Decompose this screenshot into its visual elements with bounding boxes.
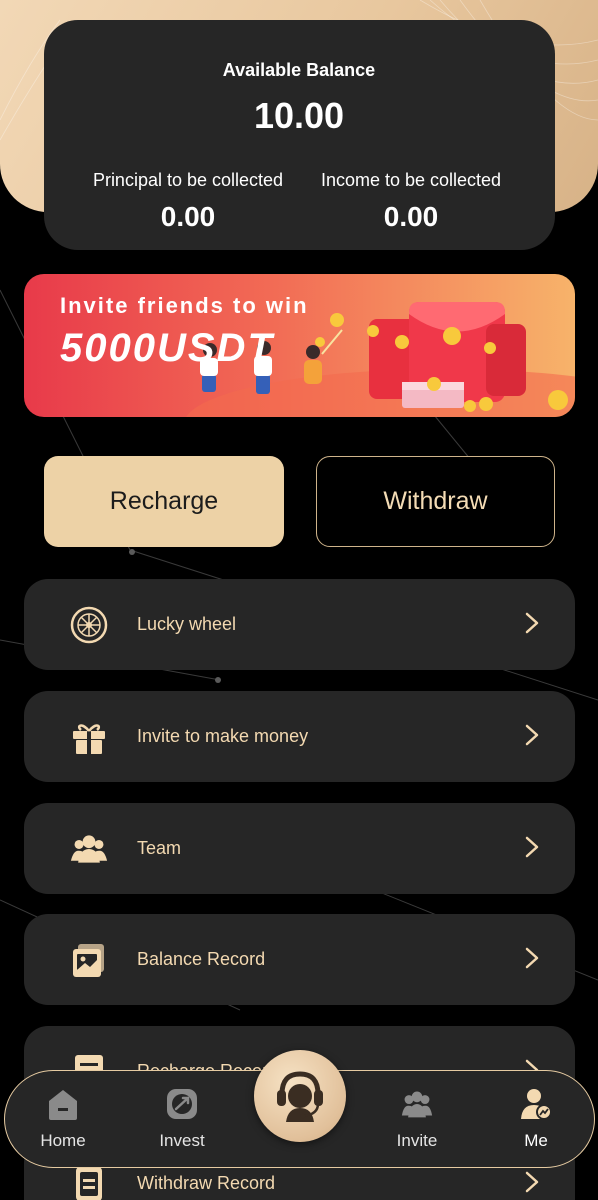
invite-icon: [401, 1091, 433, 1118]
principal-label: Principal to be collected: [92, 170, 284, 190]
menu-item-team[interactable]: Team: [24, 803, 575, 894]
chevron-right-icon: [525, 836, 539, 858]
invite-banner[interactable]: Invite friends to win 5000USDT: [24, 274, 575, 417]
wheel-icon: [70, 606, 108, 644]
tab-home-label: Home: [40, 1131, 86, 1150]
available-balance-label: Available Balance: [222, 60, 376, 80]
home-icon: [49, 1090, 77, 1120]
profile-icon: [521, 1089, 552, 1120]
menu-item-lucky-wheel[interactable]: Lucky wheel: [24, 579, 575, 670]
income-label: Income to be collected: [320, 170, 502, 190]
menu-item-balance-record[interactable]: Balance Record: [24, 914, 575, 1005]
chevron-right-icon: [525, 612, 539, 634]
tab-me-label: Me: [524, 1131, 548, 1150]
tab-me[interactable]: Me: [486, 1071, 586, 1169]
menu-item-label: Balance Record: [137, 949, 266, 969]
menu-item-invite[interactable]: Invite to make money: [24, 691, 575, 782]
banner-amount: 5000USDT: [60, 326, 274, 370]
tab-invite[interactable]: Invite: [367, 1071, 467, 1169]
gift-icon: [73, 724, 105, 754]
recharge-button[interactable]: Recharge: [44, 456, 284, 547]
customer-service-button[interactable]: [254, 1050, 346, 1142]
chevron-right-icon: [525, 947, 539, 969]
clipboard-icon: [76, 1167, 102, 1200]
chevron-right-icon: [525, 1171, 539, 1193]
menu-item-label: Invite to make money: [137, 726, 309, 746]
chevron-right-icon: [525, 724, 539, 746]
principal-value: 0.00: [160, 201, 216, 232]
menu-item-label: Team: [137, 838, 182, 858]
principal-section: Principal to be collected 0.00: [58, 170, 318, 233]
invest-icon: [167, 1089, 197, 1119]
withdraw-button[interactable]: Withdraw: [316, 456, 555, 547]
tab-home[interactable]: Home: [13, 1071, 113, 1169]
team-icon: [70, 835, 108, 863]
menu-item-label: Lucky wheel: [137, 614, 237, 634]
tab-invest[interactable]: Invest: [132, 1071, 232, 1169]
tab-invest-label: Invest: [159, 1131, 205, 1150]
banner-headline: Invite friends to win: [60, 293, 309, 318]
customer-service-icon: [277, 1071, 323, 1122]
wallet-icon: [73, 944, 104, 977]
income-value: 0.00: [383, 201, 439, 232]
tab-invite-label: Invite: [396, 1131, 438, 1150]
income-section: Income to be collected 0.00: [281, 170, 541, 233]
available-balance-value: 10.00: [253, 95, 345, 136]
